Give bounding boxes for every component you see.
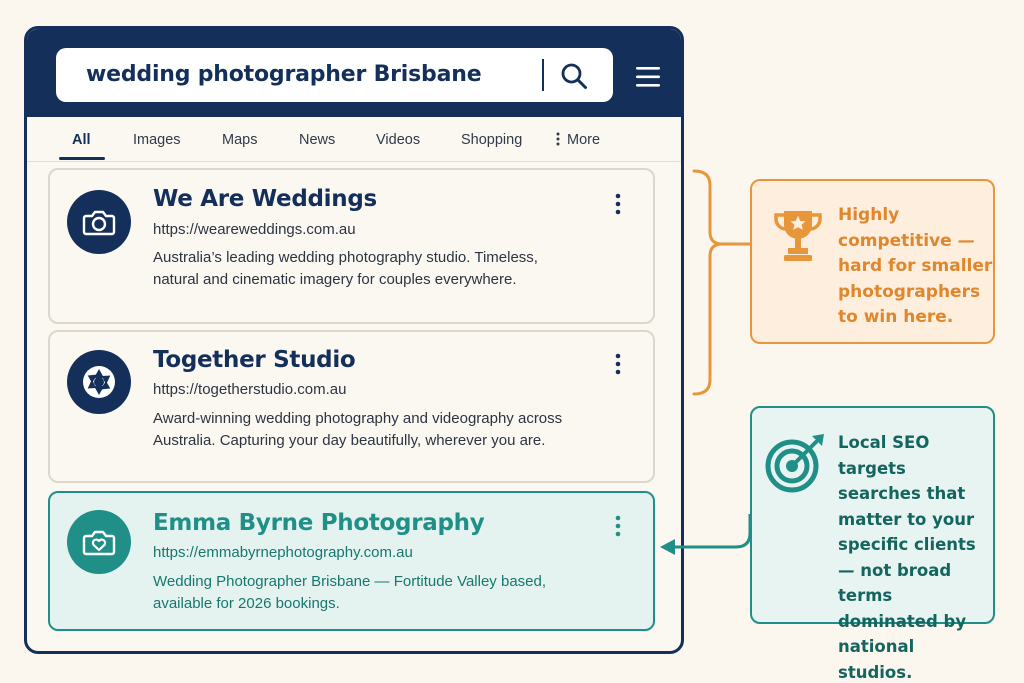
- local-seo-callout: Local SEO targets searches that matter t…: [750, 406, 995, 682]
- arrow-connector: [672, 514, 752, 549]
- bracket-connector: [692, 169, 752, 396]
- local-seo-callout-text: Local SEO targets searches that matter t…: [838, 433, 976, 682]
- target-icon: [765, 434, 824, 493]
- competitive-callout: Highly competitive — hard for smaller ph…: [750, 179, 995, 344]
- trophy-icon: [774, 211, 822, 261]
- arrow-head: [660, 539, 675, 555]
- competitive-callout-text: Highly competitive — hard for smaller ph…: [838, 205, 993, 327]
